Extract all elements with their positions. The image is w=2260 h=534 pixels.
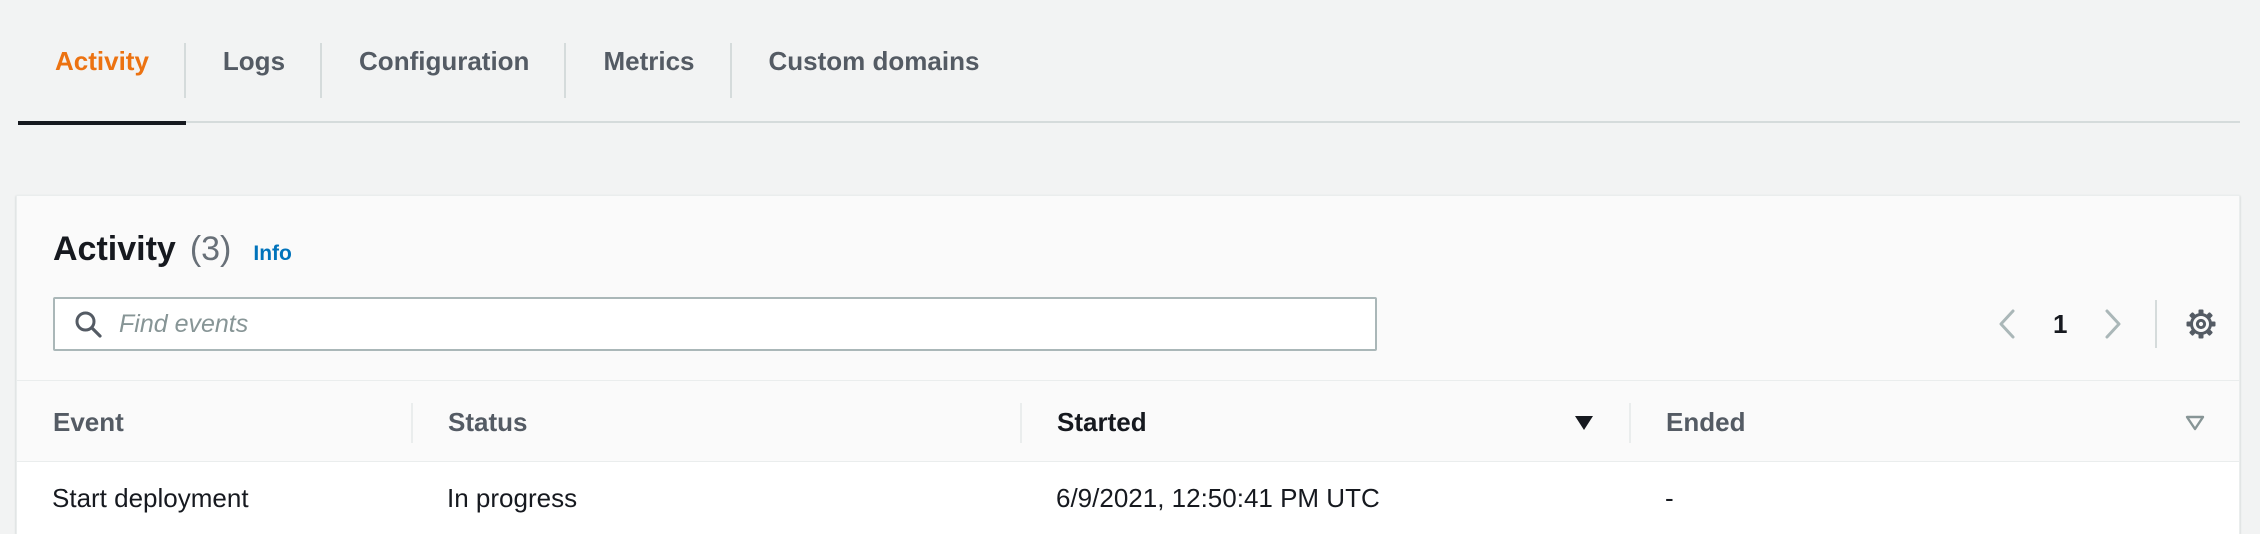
column-resizer[interactable]: [1629, 403, 1631, 443]
column-header-ended[interactable]: Ended: [1666, 381, 1745, 463]
search-input[interactable]: [119, 309, 1319, 339]
column-label: Event: [53, 406, 124, 437]
tab-label: Activity: [55, 46, 149, 76]
gear-icon[interactable]: [2181, 304, 2221, 344]
cell-status: In progress: [447, 483, 578, 513]
caret-down-filled-icon[interactable]: [1574, 414, 1594, 432]
tab-bar: Activity Logs Configuration Metrics Cust…: [18, 0, 2240, 125]
column-resizer[interactable]: [411, 403, 413, 443]
tab-label: Metrics: [603, 46, 695, 76]
column-header-status[interactable]: Status: [448, 381, 527, 463]
chevron-left-icon[interactable]: [1987, 304, 2027, 344]
tab-custom-domains[interactable]: Custom domains: [732, 0, 1017, 123]
info-link[interactable]: Info: [253, 242, 291, 266]
tab-label: Custom domains: [768, 46, 980, 76]
tab-logs[interactable]: Logs: [186, 0, 323, 123]
tab-configuration[interactable]: Configuration: [322, 0, 567, 123]
column-header-event[interactable]: Event: [53, 381, 124, 463]
tab-label: Configuration: [359, 46, 530, 76]
caret-down-outline-icon[interactable]: [2185, 414, 2205, 432]
activity-panel: Activity (3) Info 1: [16, 195, 2240, 534]
tab-label: Logs: [222, 46, 286, 76]
panel-header: Activity (3) Info: [53, 230, 292, 269]
search-field[interactable]: [53, 297, 1377, 351]
tab-metrics[interactable]: Metrics: [566, 0, 732, 123]
chevron-right-icon[interactable]: [2093, 304, 2133, 344]
column-label: Started: [1057, 406, 1147, 437]
page-number[interactable]: 1: [2053, 309, 2067, 340]
search-icon: [75, 311, 102, 338]
table-row[interactable]: Start deployment In progress 6/9/2021, 1…: [17, 462, 2239, 534]
toolbar-divider: [2155, 300, 2157, 348]
column-header-started[interactable]: Started: [1057, 381, 1147, 463]
column-label: Status: [448, 406, 528, 437]
panel-title: Activity: [53, 230, 176, 268]
cell-event: Start deployment: [52, 483, 249, 513]
cell-started: 6/9/2021, 12:50:41 PM UTC: [1056, 483, 1380, 513]
tab-activity[interactable]: Activity: [18, 0, 186, 125]
panel-count: (3): [189, 230, 232, 268]
pagination: 1: [1987, 296, 2133, 352]
table-header: Event Status Started Ended: [17, 380, 2239, 462]
cell-ended: -: [1665, 483, 1674, 513]
column-label: Ended: [1666, 406, 1746, 437]
column-resizer[interactable]: [1020, 403, 1022, 443]
